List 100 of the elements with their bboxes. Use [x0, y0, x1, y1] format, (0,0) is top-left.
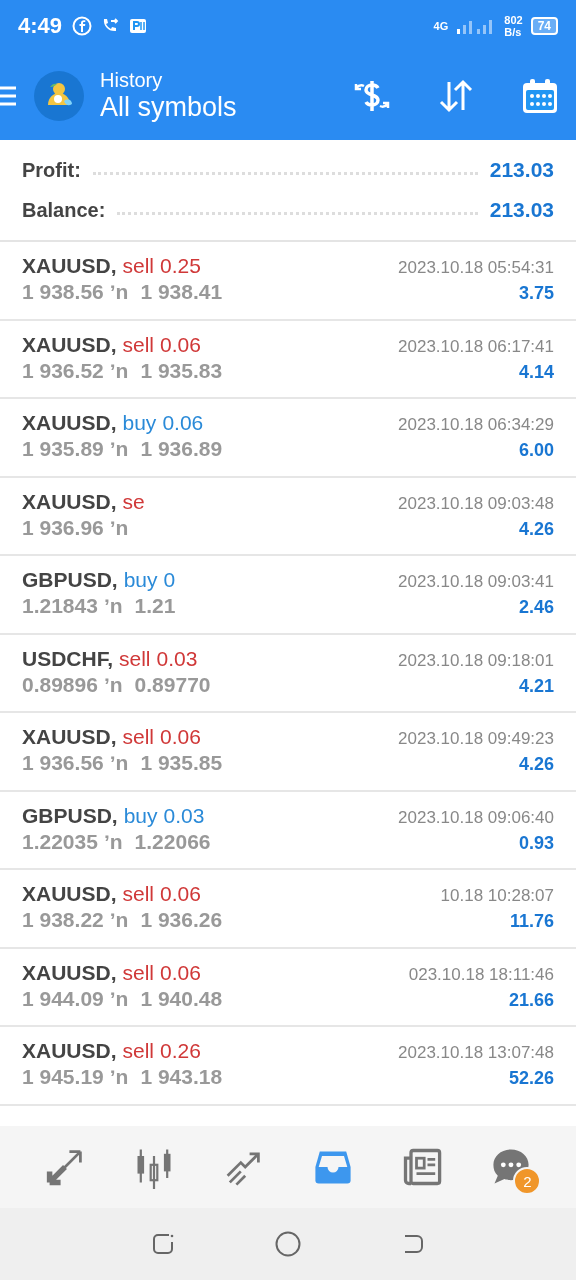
trade-symbol: XAUUSD, [22, 489, 117, 514]
close-price: 1.22066 [134, 829, 211, 854]
trade-profit: 4.21 [518, 675, 554, 697]
price-arrow: ʼn [109, 751, 129, 775]
trade-side: sell [122, 254, 155, 278]
open-price: 1 938.22 [22, 908, 104, 932]
summary-value: 213.03 [489, 158, 554, 182]
trade-symbol: XAUUSD, [22, 411, 117, 435]
trade-row[interactable]: XAUUSD, sell 0.26 2023.10.18 13:07:48 1 945.19 ʼn 1 943.18 52.26 [0, 1027, 576, 1106]
trade-profit: 52.26 [508, 1068, 554, 1089]
trade-time: 2023.10.18 05:54:31 [398, 258, 554, 278]
trade-row[interactable]: USDCHF, sell 0.03 2023.10.18 09:18:01 0.89896 ʼn 0.89770 4.21 [0, 634, 576, 713]
close-price: 1 936.26 [140, 908, 223, 932]
open-price: 1 938.56 [22, 280, 104, 304]
trade-profit: 4.26 [518, 518, 554, 540]
price-arrow: ʼn [109, 1065, 129, 1089]
close-price: 0.89770 [134, 672, 211, 697]
trade-time: 10.18 10:28:07 [440, 886, 554, 906]
trade-row[interactable]: XAUUSD, sell 0.06 023.10.18 18:11:46 1 944.09 ʼn 1 940.48 21.66 [0, 948, 576, 1027]
home-icon[interactable] [274, 1230, 302, 1258]
trade-row[interactable]: XAUUSD, sell 0.25 2023.10.18 05:54:31 1 938.56 ʼn 1 938.41 3.75 [0, 242, 576, 321]
close-price: 1 938.41 [140, 280, 223, 304]
price-arrow: ʼn [109, 515, 129, 540]
open-price: 1 936.96 [22, 515, 104, 540]
trade-symbol: USDCHF, [22, 646, 113, 671]
trade-profit: 21.66 [508, 989, 554, 1011]
trade-symbol: XAUUSD, [22, 332, 117, 357]
price-arrow: ʼn [109, 358, 129, 383]
trade-row[interactable]: XAUUSD, sell 0.06 2023.10.18 06:17:41 1 936.52 ʼn 1 935.83 4.14 [0, 320, 576, 399]
trade-symbol: XAUUSD, [22, 882, 117, 906]
battery-indicator: 74 [530, 17, 558, 35]
app-logo-icon [34, 71, 84, 121]
net-speed: 802 [504, 14, 523, 26]
trade-symbol: XAUUSD, [22, 960, 117, 985]
trade-row[interactable]: XAUUSD, sell 0.06 10.18 10:28:07 1 938.22 ʼn 1 936.26 11.76 [0, 870, 576, 949]
trade-side: sell [122, 725, 155, 749]
trade-time: 2023.10.18 09:06:40 [398, 807, 554, 828]
trade-volume: 0.06 [160, 882, 201, 906]
trade-profit: 2.46 [518, 597, 554, 618]
menu-icon[interactable] [0, 84, 16, 108]
trade-volume: 0 [163, 568, 176, 592]
price-arrow: ʼn [103, 594, 123, 618]
price-arrow: ʼn [109, 280, 129, 304]
summary-value: 213.03 [489, 198, 554, 222]
open-price: 1 944.09 [22, 986, 104, 1011]
open-price: 1 936.56 [22, 751, 104, 775]
trade-time: 2023.10.18 09:18:01 [398, 650, 554, 671]
header-title: All symbols [100, 92, 237, 123]
facebook-icon [72, 16, 93, 36]
trade-side: sell [122, 960, 155, 985]
trade-row[interactable]: GBPUSD, buy 0.03 2023.10.18 09:06:40 1.22035 ʼn 1.22066 0.93 [0, 791, 576, 870]
trade-volume: 0.06 [160, 725, 201, 749]
trade-row[interactable]: XAUUSD, buy 0.06 2023.10.18 06:34:29 1 935.89 ʼn 1 936.89 6.00 [0, 399, 576, 478]
trade-row[interactable]: GBPUSD, buy 0 2023.10.18 09:03:41 1.21843 ʼn 1.21 2.46 [0, 556, 576, 635]
trade-row[interactable]: XAUUSD, sell 0.06 2023.10.18 09:49:23 1 936.56 ʼn 1 935.85 4.26 [0, 713, 576, 792]
price-arrow: ʼn [103, 829, 123, 854]
close-price: 1 935.85 [140, 751, 223, 775]
trade-side: sell [122, 332, 155, 357]
trade-side: sell [119, 646, 151, 671]
trade-volume: 0.06 [162, 411, 204, 435]
trade-volume: 0.03 [156, 646, 198, 671]
trade-profit: 6.00 [518, 440, 554, 461]
summary-label: Balance: [22, 198, 106, 222]
trade-profit: 4.26 [518, 754, 554, 775]
trade-symbol: XAUUSD, [22, 254, 117, 278]
trade-symbol: GBPUSD, [22, 803, 118, 828]
net-speed-unit: B/s [504, 26, 523, 38]
trade-time: 2023.10.18 06:34:29 [398, 415, 554, 435]
trade-volume: 0.25 [160, 254, 201, 278]
trade-row[interactable]: XAUUSD, se 2023.10.18 09:03:48 1 936.96 ʼn 4.26 [0, 477, 576, 556]
price-arrow: ʼn [109, 437, 129, 461]
open-price: 1 935.89 [22, 437, 104, 461]
trade-side: buy [123, 568, 158, 592]
open-price: 1 945.19 [22, 1065, 104, 1089]
trade-profit: 11.76 [509, 911, 554, 932]
open-price: 1.22035 [22, 829, 98, 854]
status-time: 4:49 [18, 13, 63, 39]
trade-symbol: XAUUSD, [22, 725, 117, 749]
trade-side: buy [123, 803, 158, 828]
close-price: 1 935.83 [140, 358, 223, 383]
open-price: 1.21843 [22, 594, 98, 618]
calendar-icon[interactable] [520, 76, 560, 116]
trade-symbol: XAUUSD, [22, 1039, 117, 1063]
close-price: 1 943.18 [140, 1065, 223, 1089]
trade-time: 2023.10.18 09:03:48 [398, 493, 554, 514]
trade-volume: 0.26 [160, 1039, 201, 1063]
trade-volume: 0.06 [160, 960, 201, 985]
trade-time: 2023.10.18 09:03:41 [398, 572, 554, 592]
trade-volume: 0.06 [160, 332, 201, 357]
open-price: 1 936.52 [22, 358, 104, 383]
trade-side: buy [122, 411, 157, 435]
trade-profit: 3.75 [518, 283, 554, 304]
trade-time: 2023.10.18 13:07:48 [398, 1043, 554, 1063]
network-type: 4G [433, 20, 449, 32]
close-price: 1.21 [134, 594, 176, 618]
price-arrow: ʼn [109, 908, 129, 932]
price-arrow: ʼn [103, 672, 123, 697]
trade-volume: 0.03 [163, 803, 205, 828]
trade-profit: 0.93 [518, 832, 554, 854]
trade-time: 2023.10.18 09:49:23 [398, 729, 554, 749]
